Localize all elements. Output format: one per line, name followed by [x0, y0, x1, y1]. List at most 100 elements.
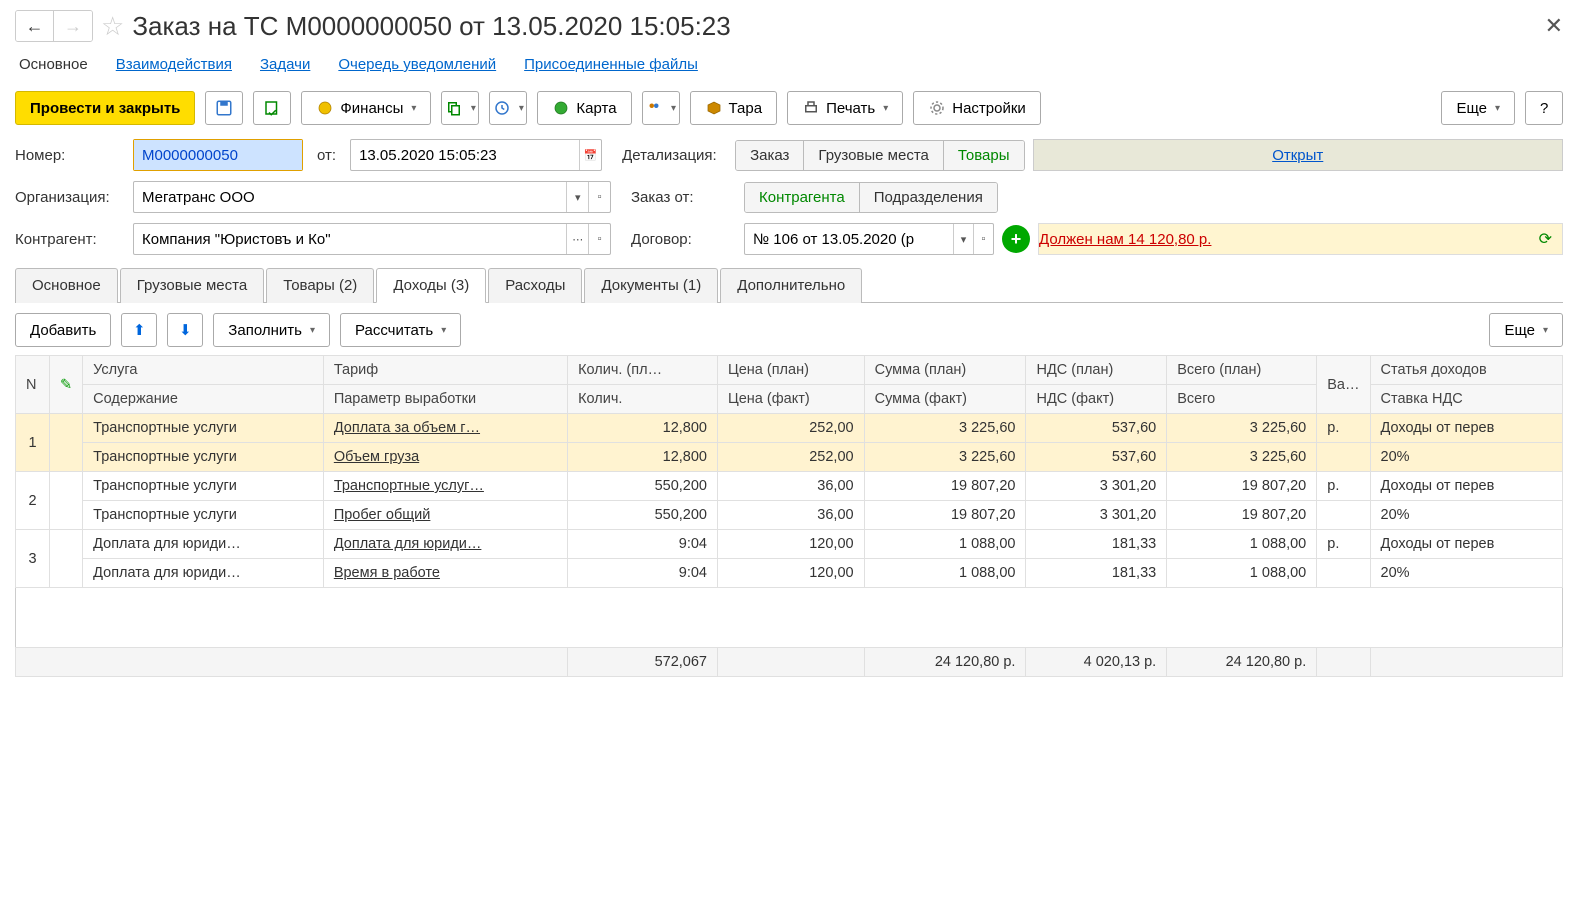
history-button[interactable]: [489, 91, 527, 125]
order-from-dept-tab[interactable]: Подразделения: [860, 183, 997, 212]
tare-button[interactable]: Тара: [690, 91, 778, 125]
tab-cargo[interactable]: Грузовые места: [120, 268, 264, 303]
tab-expense[interactable]: Расходы: [488, 268, 582, 303]
settings-button[interactable]: Настройки: [913, 91, 1041, 125]
status-link[interactable]: Открыт: [1272, 147, 1323, 164]
tab-income[interactable]: Доходы (3): [376, 268, 486, 303]
detail-order-tab[interactable]: Заказ: [736, 141, 804, 170]
status-box: Открыт: [1033, 139, 1564, 171]
table-row[interactable]: Транспортные услугиПробег общий 550,2003…: [16, 501, 1563, 530]
move-down-button[interactable]: ⬇: [167, 313, 203, 347]
save-icon: [215, 99, 233, 117]
print-button[interactable]: Печать: [787, 91, 903, 125]
page-title: Заказ на ТС M0000000050 от 13.05.2020 15…: [132, 11, 730, 42]
calendar-icon[interactable]: 📅: [579, 140, 601, 170]
content-tabs: Основное Грузовые места Товары (2) Доход…: [15, 267, 1563, 303]
from-label: от:: [317, 147, 336, 164]
org-input-wrap[interactable]: ▾▫: [133, 181, 611, 213]
contract-dropdown-icon[interactable]: ▾: [953, 224, 973, 254]
debt-link[interactable]: Должен нам 14 120,80 р.: [1039, 231, 1211, 248]
nav-tasks[interactable]: Задачи: [260, 56, 310, 73]
col-total[interactable]: Всего: [1167, 385, 1317, 414]
calculate-button[interactable]: Рассчитать: [340, 313, 461, 347]
col-n[interactable]: N: [16, 356, 50, 414]
contr-open-icon[interactable]: ▫: [588, 224, 610, 254]
gear-icon: [928, 99, 946, 117]
refresh-icon[interactable]: ⟳: [1539, 229, 1552, 249]
table-row[interactable]: 1 Транспортные услугиДоплата за объем г……: [16, 414, 1563, 443]
footer-tot: 24 120,80 р.: [1167, 648, 1317, 677]
copy-button[interactable]: [441, 91, 479, 125]
number-label: Номер:: [15, 147, 125, 164]
debt-box: Должен нам 14 120,80 р. ⟳: [1038, 223, 1563, 255]
post-button[interactable]: [253, 91, 291, 125]
nav-forward-button[interactable]: →: [54, 11, 92, 41]
table-row[interactable]: 3 Доплата для юриди…Доплата для юриди… 9…: [16, 530, 1563, 559]
col-qty[interactable]: Колич.: [568, 385, 718, 414]
col-price-plan[interactable]: Цена (план): [717, 356, 864, 385]
number-input[interactable]: [134, 140, 302, 170]
detail-goods-tab[interactable]: Товары: [944, 141, 1024, 170]
col-qty-plan[interactable]: Колич. (пл…: [568, 356, 718, 385]
col-edit[interactable]: ✎: [50, 356, 83, 414]
nav-main[interactable]: Основное: [19, 56, 88, 73]
tab-goods[interactable]: Товары (2): [266, 268, 374, 303]
contr-label: Контрагент:: [15, 231, 125, 248]
post-and-close-button[interactable]: Провести и закрыть: [15, 91, 195, 125]
add-row-button[interactable]: Добавить: [15, 313, 111, 347]
contr-input-wrap[interactable]: ⋯▫: [133, 223, 611, 255]
col-total-plan[interactable]: Всего (план): [1167, 356, 1317, 385]
contract-open-icon[interactable]: ▫: [973, 224, 993, 254]
people-button[interactable]: [642, 91, 680, 125]
col-price-fact[interactable]: Цена (факт): [717, 385, 864, 414]
contr-input[interactable]: [134, 224, 566, 254]
order-from-contr-tab[interactable]: Контрагента: [745, 183, 860, 212]
nav-interactions[interactable]: Взаимодействия: [116, 56, 232, 73]
org-input[interactable]: [134, 182, 566, 212]
col-tariff[interactable]: Тариф: [323, 356, 567, 385]
contr-select-icon[interactable]: ⋯: [566, 224, 588, 254]
nav-attached[interactable]: Присоединенные файлы: [524, 56, 698, 73]
col-sum-plan[interactable]: Сумма (план): [864, 356, 1026, 385]
save-button[interactable]: [205, 91, 243, 125]
income-table: N ✎ Услуга Тариф Колич. (пл… Цена (план)…: [15, 355, 1563, 677]
col-cur[interactable]: Ва…: [1317, 356, 1370, 414]
contract-input[interactable]: [745, 224, 953, 254]
date-input-wrap[interactable]: 📅: [350, 139, 602, 171]
sub-more-button[interactable]: Еще: [1489, 313, 1563, 347]
fill-button[interactable]: Заполнить: [213, 313, 330, 347]
org-dropdown-icon[interactable]: ▾: [566, 182, 588, 212]
col-service[interactable]: Услуга: [83, 356, 324, 385]
date-input[interactable]: [351, 140, 579, 170]
contract-input-wrap[interactable]: ▾▫: [744, 223, 994, 255]
tab-main[interactable]: Основное: [15, 268, 118, 303]
org-open-icon[interactable]: ▫: [588, 182, 610, 212]
footer-row: 572,067 24 120,80 р. 4 020,13 р. 24 120,…: [16, 648, 1563, 677]
favorite-star-icon[interactable]: ☆: [101, 11, 124, 42]
detail-cargo-tab[interactable]: Грузовые места: [804, 141, 943, 170]
move-up-button[interactable]: ⬆: [121, 313, 157, 347]
col-vat-rate[interactable]: Ставка НДС: [1370, 385, 1563, 414]
col-sum-fact[interactable]: Сумма (факт): [864, 385, 1026, 414]
printer-icon: [802, 99, 820, 117]
map-button[interactable]: Карта: [537, 91, 631, 125]
table-row[interactable]: Доплата для юриди…Время в работе 9:04120…: [16, 559, 1563, 588]
add-contract-button[interactable]: +: [1002, 225, 1030, 253]
nav-notif-queue[interactable]: Очередь уведомлений: [338, 56, 496, 73]
col-vat-plan[interactable]: НДС (план): [1026, 356, 1167, 385]
number-input-wrap[interactable]: [133, 139, 303, 171]
close-icon[interactable]: ✕: [1545, 13, 1563, 39]
col-param[interactable]: Параметр выработки: [323, 385, 567, 414]
nav-back-button[interactable]: ←: [16, 11, 54, 41]
finances-button[interactable]: Финансы: [301, 91, 431, 125]
col-vat-fact[interactable]: НДС (факт): [1026, 385, 1167, 414]
footer-sum: 24 120,80 р.: [864, 648, 1026, 677]
col-content[interactable]: Содержание: [83, 385, 324, 414]
table-row[interactable]: Транспортные услугиОбъем груза 12,800252…: [16, 443, 1563, 472]
tab-extra[interactable]: Дополнительно: [720, 268, 862, 303]
col-article[interactable]: Статья доходов: [1370, 356, 1563, 385]
help-button[interactable]: ?: [1525, 91, 1563, 125]
tab-docs[interactable]: Документы (1): [584, 268, 718, 303]
more-button[interactable]: Еще: [1441, 91, 1515, 125]
table-row[interactable]: 2 Транспортные услугиТранспортные услуг……: [16, 472, 1563, 501]
